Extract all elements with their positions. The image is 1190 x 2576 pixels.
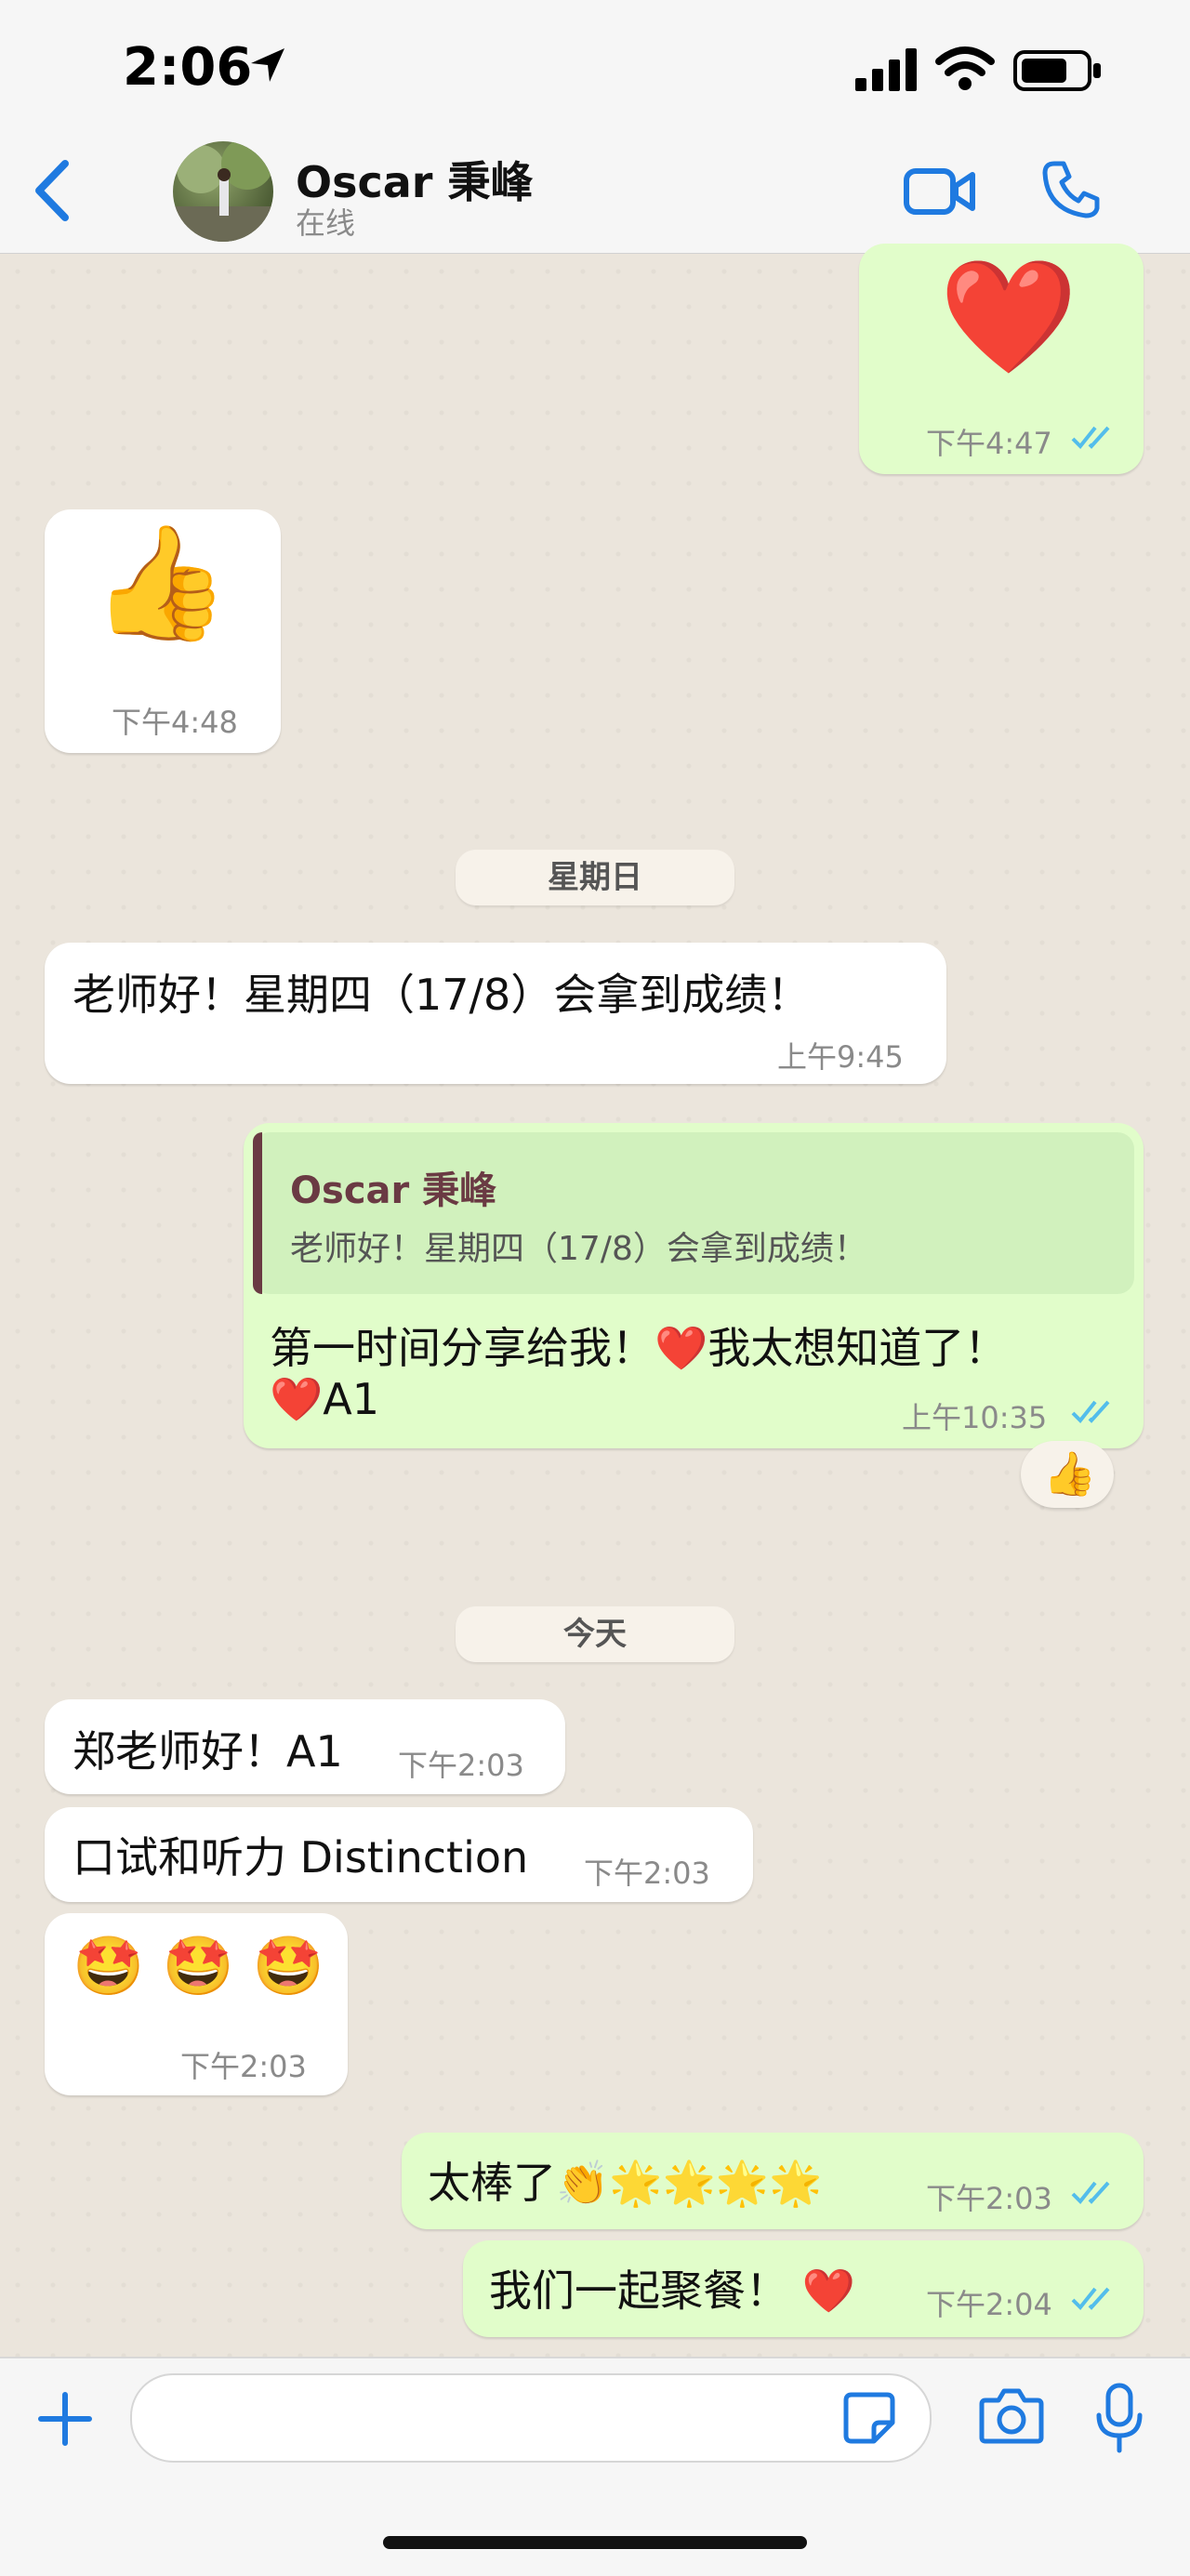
message-text: 口试和听力 Distinction (73, 1832, 529, 1882)
message-time: 下午4:47 (926, 426, 1052, 461)
message-text: 太棒了👏🌟🌟🌟🌟 (428, 2158, 823, 2208)
signal-icon (855, 48, 917, 91)
read-ticks-icon (1071, 1400, 1110, 1423)
read-ticks-icon (1071, 426, 1110, 449)
quoted-author: Oscar 秉峰 (290, 1169, 497, 1212)
reaction-emoji: 👍 (1043, 1448, 1097, 1499)
message-text: 老师好！星期四（17/8）会拿到成绩！ (73, 970, 811, 1020)
date-divider: 星期日 (456, 850, 734, 905)
message-time: 上午10:35 (902, 1400, 1048, 1435)
home-indicator (383, 2536, 807, 2549)
plus-icon[interactable] (35, 2389, 95, 2449)
message-text: 我们一起聚餐！ ❤️ (489, 2266, 855, 2316)
video-call-icon[interactable] (904, 165, 976, 218)
message-emoji: 🤩 🤩 🤩 (73, 1932, 325, 2000)
message-text-line2: ❤️A1 (270, 1374, 380, 1424)
message-emoji: ❤️ (939, 253, 1078, 382)
camera-icon[interactable] (978, 2385, 1045, 2445)
read-ticks-icon (1071, 2287, 1110, 2310)
phone-icon[interactable] (1041, 160, 1101, 219)
message-emoji: 👍 (91, 519, 231, 648)
battery-icon (1013, 50, 1101, 91)
message-time: 下午2:03 (584, 1856, 710, 1891)
contact-status: 在线 (296, 205, 356, 241)
location-arrow-icon (251, 48, 284, 82)
read-ticks-icon (1071, 2181, 1110, 2204)
message-time: 下午4:48 (112, 705, 238, 740)
message-time: 上午9:45 (777, 1039, 904, 1075)
avatar[interactable] (173, 141, 273, 242)
sticker-icon[interactable] (842, 2391, 896, 2445)
quote-bar (253, 1132, 262, 1294)
message-text: 郑老师好！A1 (73, 1726, 343, 1777)
back-chevron-icon[interactable] (33, 160, 71, 221)
message-time: 下午2:03 (180, 2049, 307, 2084)
status-time: 2:06 (123, 37, 253, 98)
quoted-text: 老师好！星期四（17/8）会拿到成绩！ (290, 1230, 867, 1268)
date-divider: 今天 (456, 1606, 734, 1662)
message-time: 下午2:04 (926, 2287, 1052, 2322)
message-input[interactable] (130, 2373, 932, 2463)
message-time: 下午2:03 (926, 2181, 1052, 2216)
wifi-icon (935, 46, 995, 90)
message-time: 下午2:03 (398, 1748, 524, 1783)
microphone-icon[interactable] (1093, 2382, 1145, 2454)
message-text-line1: 第一时间分享给我！❤️我太想知道了！ (270, 1323, 1008, 1373)
